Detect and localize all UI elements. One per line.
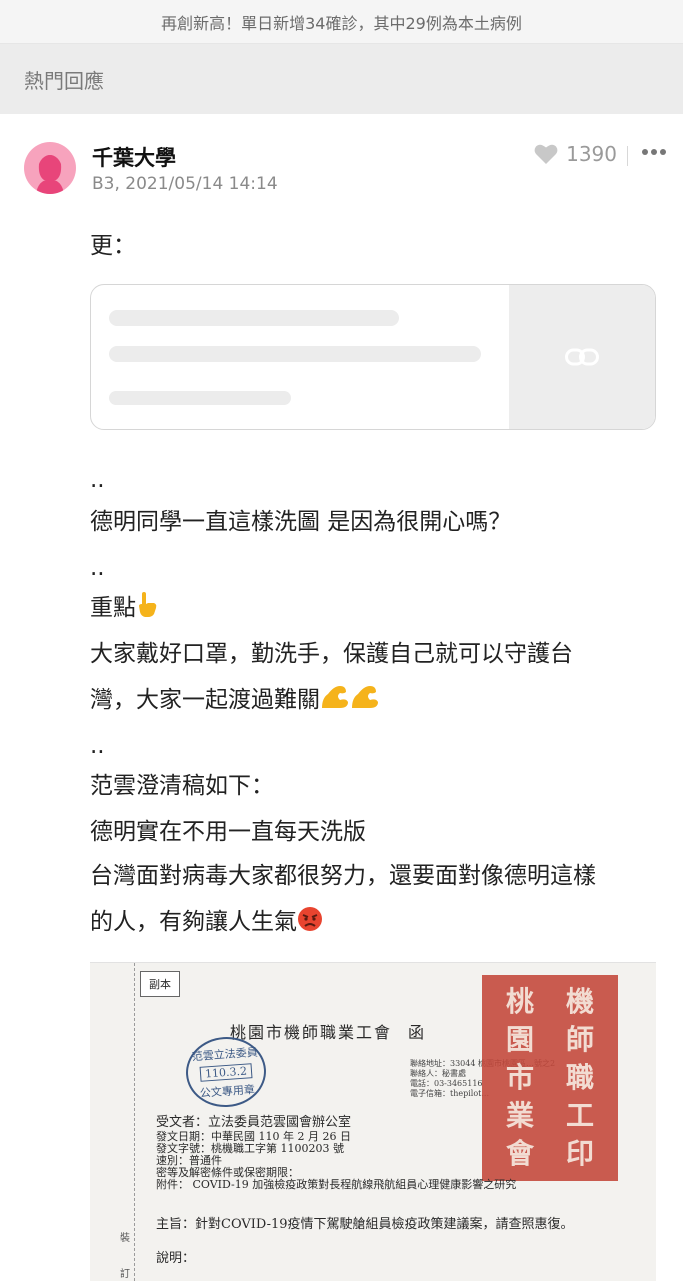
stamp-top-text: 范雲立法委員 [191,1045,259,1063]
link-thumbnail [509,285,655,429]
like-button[interactable]: 1390 [534,142,617,166]
link-preview-card[interactable] [90,284,656,430]
post-line-12: 的人，有夠讓人生氣 [90,900,323,947]
seal-char: 機 [565,985,594,1018]
female-avatar-icon[interactable] [24,142,76,194]
seal-char: 印 [565,1137,594,1170]
heart-icon [534,144,558,164]
seal-char: 師 [565,1023,594,1056]
post-line-2: .. [90,467,105,493]
binding-line [134,963,136,1281]
stamp-bottom-text: 公文專用章 [199,1082,256,1100]
news-banner[interactable]: 再創新高！單日新增34確診，其中29例為本土病例 [0,0,683,44]
seal-char: 職 [565,1061,594,1094]
post-line-9: 范雲澄清稿如下： [90,773,274,799]
post-line-10: 德明實在不用一直每天洗版 [90,819,366,845]
like-count: 1390 [566,142,617,166]
document-detail-line: 附件： COVID-19 加強檢疫政策對長程航線飛航組員心理健康影響之研究 [156,1178,517,1191]
news-banner-text: 再創新高！單日新增34確診，其中29例為本土病例 [161,13,522,33]
link-icon [565,348,599,366]
copy-label: 副本 [140,971,180,997]
document-desc: 說明： [156,1251,196,1266]
muscle-emoji [320,681,350,725]
seal-char: 市 [505,1061,534,1094]
document-subject: 主旨：針對COVID-19疫情下駕駛艙組員檢疫政策建議案，請查照惠復。 [156,1217,574,1232]
seal-char: 桃 [505,985,534,1018]
link-preview-skeleton [109,310,399,326]
angry-emoji [297,903,323,947]
received-stamp: 范雲立法委員 110.3.2 公文專用章 [183,1034,269,1110]
document-details: 受文者：立法委員范雲國會辦公室 發文日期：中華民國 110 年 2 月 26 日… [156,1115,516,1191]
post-line-7-text: 灣，大家一起渡過難關 [90,687,320,713]
post-line-6: 大家戴好口罩，勤洗手，保護自己就可以守護台 [90,641,573,667]
binding-mark: 訂 [120,1269,130,1280]
section-header: 熱門回應 [0,44,683,114]
stamp-date: 110.3.2 [199,1062,253,1082]
seal-char: 園 [505,1023,534,1056]
header-divider [627,146,628,166]
document-image[interactable]: 副本 桃園市機師職業工會 函 聯絡地址：33044 桃園市桃園區…號之2 聯絡人… [90,962,656,1281]
post-line-12-text: 的人，有夠讓人生氣 [90,909,297,935]
document-title: 桃園市機師職業工會 [230,1023,393,1042]
post-line-8: .. [90,733,105,759]
document-recipient: 受文者：立法委員范雲國會辦公室 [156,1115,352,1130]
post-line-5-text: 重點 [90,595,136,621]
more-icon[interactable] [640,140,668,164]
post-line-11: 台灣面對病毒大家都很努力，還要面對像德明這樣 [90,863,596,889]
link-preview-skeleton [109,391,291,405]
section-title: 熱門回應 [24,68,104,93]
seal-char: 工 [565,1099,594,1132]
binding-mark: 裝 [120,1233,130,1244]
muscle-emoji [350,681,380,725]
post-line-1: 更： [90,233,136,259]
point-down-emoji [136,589,158,633]
post-line-4: .. [90,555,105,581]
post-line-3: 德明同學一直這樣洗圖 是因為很開心嗎？ [90,509,512,535]
post-meta: B3, 2021/05/14 14:14 [92,174,278,194]
author-name[interactable]: 千葉大學 [92,142,176,172]
document-suffix: 函 [408,1023,425,1042]
post-line-5: 重點 [90,586,158,633]
post-line-7: 灣，大家一起渡過難關 [90,678,380,725]
reply-post: 千葉大學 B3, 2021/05/14 14:14 1390 更： .. 德明同… [0,114,683,1281]
link-preview-skeleton [109,346,481,362]
